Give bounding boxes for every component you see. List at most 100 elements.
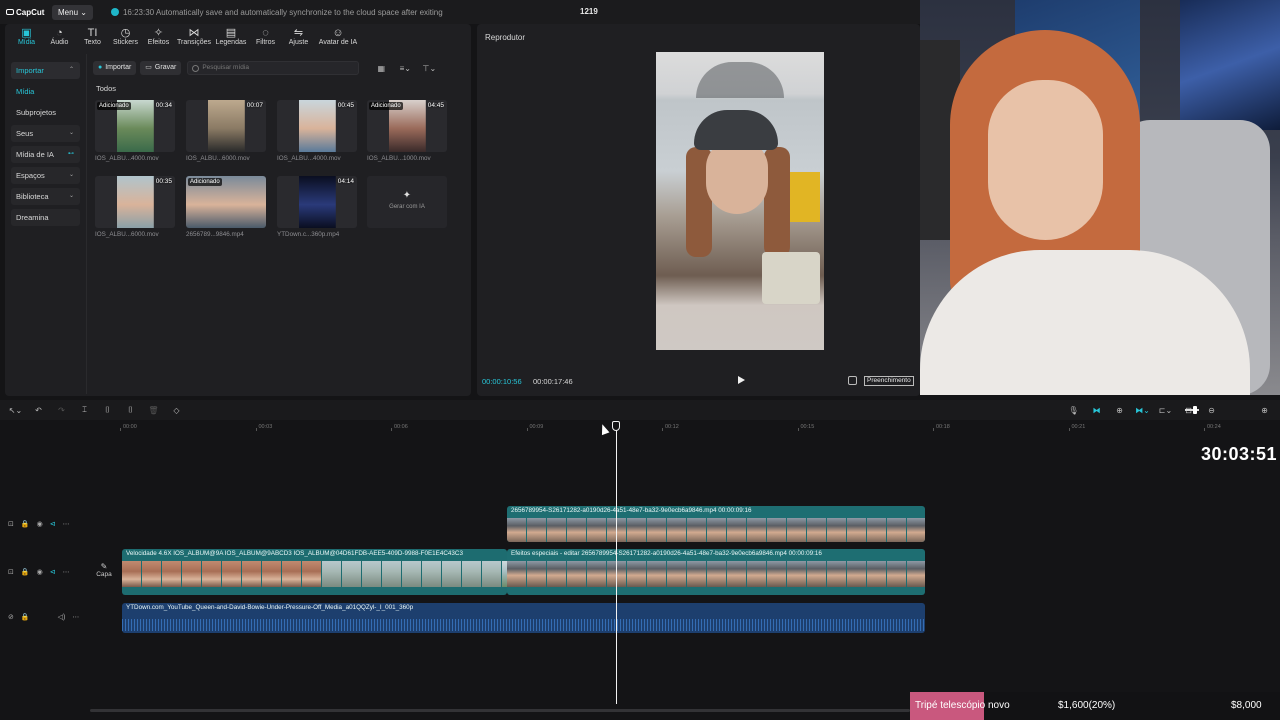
audio-track-icon[interactable]: ⊘ [8,613,14,621]
sidebar-item-dreamina[interactable]: Dreamina [11,209,80,226]
more-icon[interactable]: ⋯ [63,520,70,528]
sidebar-item-subprojetos[interactable]: Subprojetos [11,104,80,121]
transition-icon: ⋈ [188,27,200,39]
media-item[interactable]: Adicionado 2656789...9846.mp4 [186,176,266,238]
snap-icon[interactable]: ⊕ [1108,406,1131,415]
marker-icon[interactable]: ◇ [165,406,188,415]
sidebar-item-label: Biblioteca [16,192,49,201]
tab-transition[interactable]: ⋈ Transições [175,24,213,52]
tab-ai-avatar[interactable]: ☺ Avatar de IA [315,24,361,52]
sidebar-item-m-dia-de-ia[interactable]: Mídia de IA ⊷ [11,146,80,163]
grid-view-icon[interactable]: ▦ [371,64,391,73]
caption-icon[interactable]: ⊏⌄ [1154,406,1177,415]
sidebar-item-seus[interactable]: Seus ⌄ [11,125,80,142]
trim-right-icon[interactable]: ⌷ [119,405,142,415]
overlay-video-clip[interactable]: 2656789954-S26171282-a0190d26-4a51-48e7-… [507,506,925,542]
tab-filter[interactable]: ◌ Filtros [249,24,282,52]
current-time: 00:00:10:56 [482,377,522,386]
delete-icon[interactable]: 🗑 [142,406,165,415]
aspect-ratio-icon[interactable] [848,376,857,385]
media-item[interactable]: 00:45 IOS_ALBU...4000.mov [277,100,357,162]
timeline-toolbar: ↖⌄ ↶ ↷ ⌶ ⌷ ⌷ 🗑 ◇ 🎙 ⧓ ⊕ ⧓⌄ ⊏⌄ ⊡ ⊖ ⊕ [0,400,1280,420]
lock-icon[interactable]: 🔒 [21,613,30,621]
cover-label: Capa [96,571,112,578]
cover-button[interactable]: ✎ Capa [92,562,116,588]
lock-icon[interactable]: 🔒 [21,520,30,528]
eye-icon[interactable]: ◉ [37,520,43,528]
sidebar-item-espa-os[interactable]: Espaços ⌄ [11,167,80,184]
playhead-handle[interactable] [612,421,620,431]
playhead[interactable] [616,422,617,704]
toolbar-tabs: ▣ Mídia ◔ Áudio TI Texto ◷ Stickers ✧ Efeitos ⋈ Tra… [5,24,471,52]
generate-ai-card[interactable]: ✦ Gerar com IA [367,176,447,228]
trim-left-icon[interactable]: ⌷ [96,405,119,415]
media-item[interactable]: Adicionado 00:34 IOS_ALBU...4000.mov [95,100,175,162]
sidebar-item-label: Mídia [16,87,35,96]
main-track-controls: ⊡ 🔒 ◉ ⊲ ⋯ [8,568,70,576]
track-cover-icon[interactable]: ⊡ [8,568,14,576]
sort-icon[interactable]: ≡⌄ [395,64,415,73]
main-video-clip-a[interactable]: Velocidade 4.6X IOS_ALBUM@9A IOS_ALBUM@9… [122,549,507,595]
eye-icon[interactable]: ◉ [37,568,43,576]
record-button[interactable]: ▭ Gravar [140,61,182,75]
audio-link-icon[interactable]: ⊲ [50,568,56,576]
record-icon: ▭ [145,64,152,71]
fill-mode-button[interactable]: Preenchimento [864,376,914,386]
select-tool-icon[interactable]: ↖⌄ [4,406,27,415]
media-duration: 00:07 [246,102,263,109]
tab-text[interactable]: TI Texto [76,24,109,52]
media-item[interactable]: 00:07 IOS_ALBU...6000.mov [186,100,266,162]
zoom-out-icon[interactable]: ⊖ [1200,406,1223,415]
more-icon[interactable]: ⋯ [63,568,70,576]
media-thumbnail: 00:35 [95,176,175,228]
tab-sticker[interactable]: ◷ Stickers [109,24,142,52]
capcut-logo: CapCut [0,8,46,17]
preview-axis-icon[interactable]: ⧓⌄ [1131,406,1154,415]
sidebar-item-m-dia[interactable]: Mídia [11,83,80,100]
zoom-slider-handle[interactable] [1193,406,1197,414]
tab-audio[interactable]: ◔ Áudio [43,24,76,52]
speaker-icon[interactable]: ◁) [58,613,66,621]
chevron-icon: ⌃ [68,67,74,73]
sidebar-item-biblioteca[interactable]: Biblioteca ⌄ [11,188,80,205]
media-search-input[interactable]: Pesquisar mídia [187,61,360,75]
main-clip-b-label: Efeitos especiais - editar 2656789954-S2… [511,550,822,557]
project-name[interactable]: 1219 [580,7,598,16]
sidebar-item-importar[interactable]: Importar ⌃ [11,62,80,79]
tab-adjust[interactable]: ⇋ Ajuste [282,24,315,52]
redo-icon[interactable]: ↷ [50,406,73,415]
media-item[interactable]: 00:35 IOS_ALBU...6000.mov [95,176,175,238]
import-button[interactable]: ● Importar [93,61,137,75]
filter-icon: ◌ [262,27,269,39]
media-item[interactable]: 04:14 YTDown.c...360p.mp4 [277,176,357,238]
link-clips-icon[interactable]: ⧓ [1085,406,1108,415]
media-filename: 2656789...9846.mp4 [186,231,244,238]
audio-link-icon[interactable]: ⊲ [50,520,56,528]
timeline-scrollbar[interactable] [90,709,910,712]
added-badge: Adicionado [188,178,222,186]
video-preview[interactable] [656,52,824,350]
tab-captions[interactable]: ▤ Legendas [213,24,249,52]
audio-clip[interactable]: YTDown.com_YouTube_Queen-and-David-Bowie… [122,603,925,633]
play-icon[interactable] [736,375,746,385]
ai-avatar-icon: ☺ [332,27,344,39]
main-clip-a-label: Velocidade 4.6X IOS_ALBUM@9A IOS_ALBUM@9… [126,550,463,557]
microphone-icon[interactable]: 🎙 [1062,406,1085,415]
timeline-ruler[interactable]: 00:00 00:03 00:06 00:09 00:12 00:15 00:18 00:21… [120,422,1280,434]
split-icon[interactable]: ⌶ [73,405,96,415]
media-filename: IOS_ALBU...4000.mov [277,155,341,162]
import-icon: ● [98,64,103,71]
tab-effects[interactable]: ✧ Efeitos [142,24,175,52]
track-cover-icon[interactable]: ⊡ [8,520,14,528]
media-item[interactable]: Adicionado 04:45 IOS_ALBU...1000.mov [367,100,447,162]
filter-icon[interactable]: ⊤⌄ [419,64,439,73]
lock-icon[interactable]: 🔒 [21,568,30,576]
main-video-clip-b[interactable]: Efeitos especiais - editar 2656789954-S2… [507,549,925,595]
save-status-text: 16:23:30 Automatically save and automati… [122,7,443,17]
more-icon[interactable]: ⋯ [72,613,79,621]
zoom-in-icon[interactable]: ⊕ [1253,406,1276,415]
menu-button[interactable]: Menu ⌄ [52,4,93,20]
media-thumbnail: 00:45 [277,100,357,152]
undo-icon[interactable]: ↶ [27,406,50,415]
tab-media[interactable]: ▣ Mídia [10,24,43,52]
